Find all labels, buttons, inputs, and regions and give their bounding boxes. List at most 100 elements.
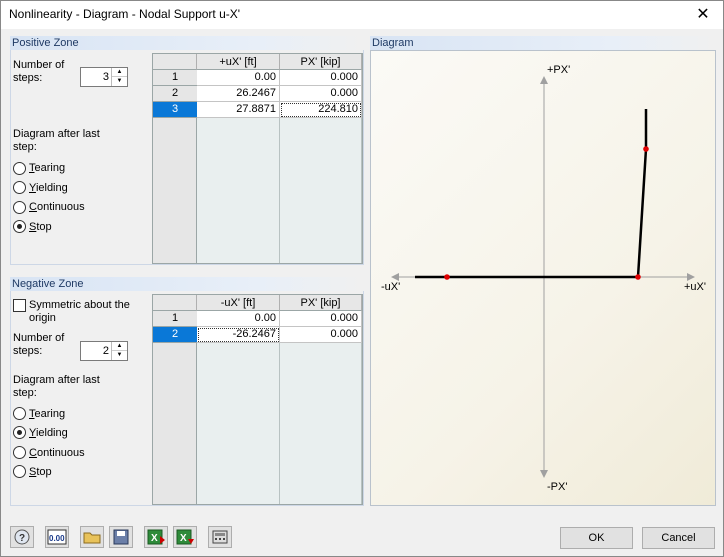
spinner-up-icon[interactable]: ▲ — [112, 342, 127, 351]
positive-zone-panel: Positive Zone Number of steps: 3 ▲ ▼ Dia… — [10, 36, 364, 265]
cancel-button[interactable]: Cancel — [642, 527, 715, 549]
decimal-text: 0.00 — [49, 534, 65, 543]
table-cell-p[interactable]: 0.000 — [280, 311, 362, 327]
data-point — [643, 146, 649, 152]
tearing-label: Tearing — [29, 408, 65, 421]
diagram-header: Diagram — [370, 36, 716, 50]
decimal-places-icon[interactable]: 0.00 — [45, 526, 69, 548]
title-bar: Nonlinearity - Diagram - Nodal Support u… — [1, 1, 723, 29]
row-index-selected[interactable]: 2 — [153, 327, 197, 343]
stop-label: Stop — [29, 221, 52, 234]
continuous-label: Continuous — [29, 447, 85, 460]
axis-label-neg-u: -uX' — [381, 281, 400, 293]
stop-label: Stop — [29, 466, 52, 479]
radio-stop[interactable] — [13, 465, 26, 478]
symmetric-checkbox[interactable] — [13, 299, 26, 312]
table-corner — [153, 54, 197, 70]
yielding-rest: ielding — [35, 182, 68, 194]
yielding-accel: Y — [29, 182, 36, 194]
radio-yielding[interactable] — [13, 181, 26, 194]
table-cell-u-focused[interactable]: -26.2467 — [197, 327, 280, 343]
stop-rest: top — [36, 221, 52, 233]
symmetric-label-2: origin — [29, 312, 56, 324]
positive-table[interactable]: +uX' [ft] PX' [kip] 1 0.00 0.000 2 26.24… — [152, 53, 363, 264]
ok-button[interactable]: OK — [560, 527, 633, 549]
save-icon[interactable] — [109, 526, 133, 548]
table-cell-p[interactable]: 0.000 — [280, 327, 362, 343]
continuous-accel: C — [29, 201, 37, 213]
calculator-icon[interactable] — [208, 526, 232, 548]
diagram-panel: Diagram +PX' -PX' +uX' -uX' — [370, 36, 716, 506]
stop-rest: top — [36, 466, 52, 478]
spinner-up-icon[interactable]: ▲ — [112, 68, 127, 77]
axis-label-pos-u: +uX' — [684, 281, 706, 293]
negative-steps-label-2: steps: — [13, 345, 43, 357]
continuous-accel: C — [29, 447, 37, 459]
yielding-label: Yielding — [29, 182, 68, 195]
help-icon[interactable]: ? — [10, 526, 34, 548]
continuous-label: Continuous — [29, 201, 85, 214]
column-header-p: PX' [kip] — [280, 54, 362, 70]
continuous-rest: ontinuous — [36, 201, 85, 213]
table-cell-p-focused[interactable]: 224.810 — [280, 102, 362, 118]
column-header-p: PX' [kip] — [280, 295, 362, 311]
import-excel-icon[interactable]: X — [144, 526, 168, 548]
row-index[interactable]: 2 — [153, 86, 197, 102]
tearing-label: Tearing — [29, 162, 65, 175]
tearing-rest: earing — [34, 408, 66, 420]
yielding-accel: Y — [29, 427, 36, 439]
negative-steps-value: 2 — [102, 345, 109, 357]
data-point — [444, 274, 450, 280]
table-corner — [153, 295, 197, 311]
positive-after-last-label-1: Diagram after last — [13, 128, 100, 140]
radio-continuous[interactable] — [13, 201, 26, 214]
diagram-svg: +PX' -PX' +uX' -uX' — [381, 64, 706, 493]
positive-steps-label-2: steps: — [13, 72, 43, 84]
negative-steps-spinner[interactable]: 2 ▲ ▼ — [80, 341, 128, 361]
row-index[interactable]: 1 — [153, 70, 197, 86]
table-cell-u[interactable]: 27.8871 — [197, 102, 280, 118]
axis-label-pos-p: +PX' — [547, 64, 570, 76]
svg-text:?: ? — [19, 533, 25, 544]
negative-after-last-label-1: Diagram after last — [13, 374, 100, 386]
table-cell-u[interactable]: 0.00 — [197, 70, 280, 86]
spinner-down-icon[interactable]: ▼ — [112, 351, 127, 360]
radio-continuous[interactable] — [13, 446, 26, 459]
window-title: Nonlinearity - Diagram - Nodal Support u… — [9, 7, 241, 21]
negative-table[interactable]: -uX' [ft] PX' [kip] 1 0.00 0.000 2 -26.2… — [152, 294, 363, 505]
open-folder-icon[interactable] — [80, 526, 104, 548]
positive-zone-header: Positive Zone — [10, 36, 364, 50]
diagram-curve — [415, 109, 648, 279]
positive-steps-spinner[interactable]: 3 ▲ ▼ — [80, 67, 128, 87]
table-cell-p[interactable]: 0.000 — [280, 86, 362, 102]
svg-text:X: X — [180, 533, 187, 544]
negative-steps-label-1: Number of — [13, 332, 65, 344]
radio-stop[interactable] — [13, 220, 26, 233]
radio-yielding[interactable] — [13, 426, 26, 439]
table-cell-u[interactable]: 0.00 — [197, 311, 280, 327]
yielding-label: Yielding — [29, 427, 68, 440]
tearing-rest: earing — [34, 162, 66, 174]
negative-after-last-label-2: step: — [13, 387, 37, 399]
radio-tearing[interactable] — [13, 162, 26, 175]
yielding-rest: ielding — [35, 427, 68, 439]
column-header-u: +uX' [ft] — [197, 54, 280, 70]
column-header-u: -uX' [ft] — [197, 295, 280, 311]
table-cell-p[interactable]: 0.000 — [280, 70, 362, 86]
axis-label-neg-p: -PX' — [547, 481, 567, 493]
negative-steps-arrows: ▲ ▼ — [111, 342, 127, 360]
spinner-down-icon[interactable]: ▼ — [112, 77, 127, 86]
data-point — [635, 274, 641, 280]
diagram-canvas: +PX' -PX' +uX' -uX' — [370, 50, 716, 506]
positive-steps-arrows: ▲ ▼ — [111, 68, 127, 86]
positive-after-last-label-2: step: — [13, 141, 37, 153]
negative-zone-header: Negative Zone — [10, 277, 364, 291]
svg-text:X: X — [151, 533, 158, 544]
row-index[interactable]: 1 — [153, 311, 197, 327]
positive-steps-label-1: Number of — [13, 59, 65, 71]
table-cell-u[interactable]: 26.2467 — [197, 86, 280, 102]
export-excel-icon[interactable]: X — [173, 526, 197, 548]
close-icon[interactable]: ✕ — [683, 1, 723, 29]
radio-tearing[interactable] — [13, 407, 26, 420]
row-index-selected[interactable]: 3 — [153, 102, 197, 118]
